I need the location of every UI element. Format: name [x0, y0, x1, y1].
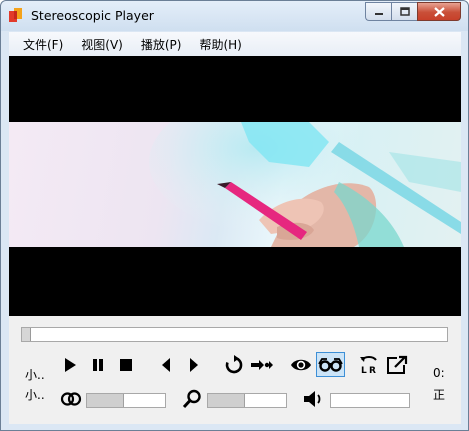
stop-icon: [120, 359, 132, 371]
stereo-slider[interactable]: [86, 393, 166, 408]
external-window-icon: [387, 355, 408, 374]
video-frame: [9, 122, 461, 247]
seek-thumb[interactable]: [22, 328, 31, 341]
stop-button[interactable]: [115, 354, 137, 376]
stereo-rings-icon: [60, 392, 82, 406]
left-status-label-1: 小..: [25, 368, 45, 382]
play-icon: [65, 358, 76, 372]
window-title: Stereoscopic Player: [31, 8, 154, 23]
zoom-slider-fill: [208, 394, 245, 407]
next-frame-button[interactable]: [183, 354, 205, 376]
mode-label: 正: [433, 388, 446, 402]
previous-frame-button[interactable]: [155, 354, 177, 376]
close-icon: [433, 6, 445, 17]
previous-frame-icon: [162, 358, 170, 372]
maximize-button[interactable]: [391, 2, 417, 21]
menu-file[interactable]: 文件(F): [9, 36, 72, 53]
minimize-icon: [374, 12, 383, 15]
app-window: Stereoscopic Player 文件(F) 视图(V) 播放(P) 帮助…: [0, 0, 469, 431]
menu-bar: 文件(F) 视图(V) 播放(P) 帮助(H): [9, 32, 461, 56]
magnifier-icon: [182, 389, 201, 409]
title-bar[interactable]: Stereoscopic Player: [1, 1, 468, 31]
pause-icon: [93, 359, 103, 371]
zoom-slider[interactable]: [207, 393, 287, 408]
stereo-slider-fill: [87, 394, 124, 407]
glasses-button[interactable]: [316, 352, 345, 377]
window-controls: [365, 2, 461, 21]
app-logo-icon: [9, 8, 22, 22]
next-frame-icon: [190, 358, 198, 372]
close-button[interactable]: [417, 2, 461, 21]
swap-lr-icon: LR: [360, 356, 377, 375]
zoom-button[interactable]: [181, 388, 203, 410]
eye-button[interactable]: [289, 354, 313, 376]
external-window-button[interactable]: [386, 354, 408, 376]
svg-text:R: R: [369, 366, 376, 375]
pause-button[interactable]: [87, 354, 109, 376]
loop-button[interactable]: [223, 354, 245, 376]
step-forward-icon: [251, 360, 273, 370]
volume-button[interactable]: [303, 388, 325, 410]
play-button[interactable]: [59, 354, 81, 376]
video-display[interactable]: [9, 56, 461, 316]
left-status-label-2: 小..: [25, 388, 45, 402]
menu-help[interactable]: 帮助(H): [190, 36, 250, 53]
menu-playback[interactable]: 播放(P): [132, 36, 191, 53]
menu-view[interactable]: 视图(V): [72, 36, 132, 53]
swap-lr-button[interactable]: LR: [358, 354, 380, 376]
seek-bar[interactable]: [21, 327, 448, 342]
video-frame-image: [149, 122, 461, 247]
glasses-icon: [318, 358, 343, 372]
svg-text:L: L: [361, 366, 367, 375]
volume-slider[interactable]: [330, 393, 410, 408]
loop-icon: [225, 355, 243, 374]
step-forward-button[interactable]: [249, 354, 275, 376]
maximize-icon: [399, 7, 410, 16]
time-label: 0:: [433, 366, 445, 380]
eye-icon: [291, 359, 311, 371]
stereo-button[interactable]: [59, 388, 83, 410]
minimize-button[interactable]: [365, 2, 391, 21]
control-panel: 小.. 小.. 0: 正 LR: [9, 316, 461, 424]
speaker-icon: [304, 391, 321, 407]
